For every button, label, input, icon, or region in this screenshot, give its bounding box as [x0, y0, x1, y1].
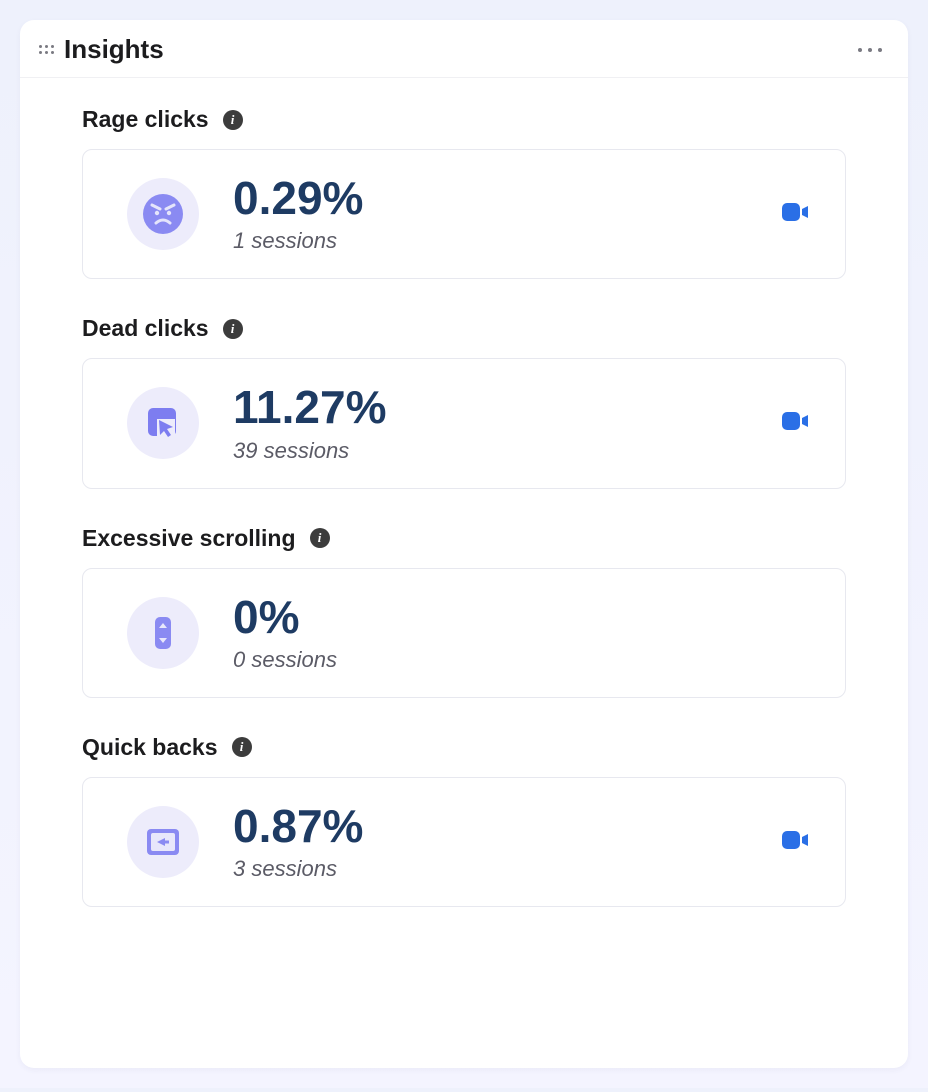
- insight-card: 11.27% 39 sessions: [82, 358, 846, 488]
- panel-title: Insights: [64, 34, 854, 65]
- info-icon[interactable]: i: [310, 528, 330, 548]
- insight-title: Quick backs: [82, 734, 218, 761]
- insights-panel: Insights Rage clicks i: [20, 20, 908, 1068]
- metric-sessions: 1 sessions: [233, 228, 781, 254]
- metric-sessions: 3 sessions: [233, 856, 781, 882]
- metric-value: 0%: [233, 593, 809, 641]
- insight-rage-clicks: Rage clicks i: [82, 106, 846, 279]
- insight-card: 0% 0 sessions: [82, 568, 846, 698]
- rage-face-icon: [127, 178, 199, 250]
- info-icon[interactable]: i: [223, 319, 243, 339]
- metric-value: 0.87%: [233, 802, 781, 850]
- insight-dead-clicks: Dead clicks i 11.27% 39 sessions: [82, 315, 846, 488]
- video-icon[interactable]: [781, 409, 809, 438]
- insight-quick-backs: Quick backs i 0.87% 3 session: [82, 734, 846, 907]
- metric-value: 0.29%: [233, 174, 781, 222]
- back-icon: [127, 806, 199, 878]
- drag-handle-icon[interactable]: [38, 42, 54, 58]
- insight-title: Excessive scrolling: [82, 525, 296, 552]
- metric-value: 11.27%: [233, 383, 781, 431]
- insight-excessive-scrolling: Excessive scrolling i 0% 0 sessions: [82, 525, 846, 698]
- insight-card: 0.29% 1 sessions: [82, 149, 846, 279]
- dead-click-icon: [127, 387, 199, 459]
- info-icon[interactable]: i: [232, 737, 252, 757]
- info-icon[interactable]: i: [223, 110, 243, 130]
- scroll-icon: [127, 597, 199, 669]
- video-icon[interactable]: [781, 828, 809, 857]
- metric-sessions: 39 sessions: [233, 438, 781, 464]
- insight-card: 0.87% 3 sessions: [82, 777, 846, 907]
- insight-title: Rage clicks: [82, 106, 209, 133]
- metric-sessions: 0 sessions: [233, 647, 809, 673]
- video-icon[interactable]: [781, 200, 809, 229]
- panel-header: Insights: [20, 20, 908, 78]
- insight-title: Dead clicks: [82, 315, 209, 342]
- more-menu-icon[interactable]: [854, 44, 886, 56]
